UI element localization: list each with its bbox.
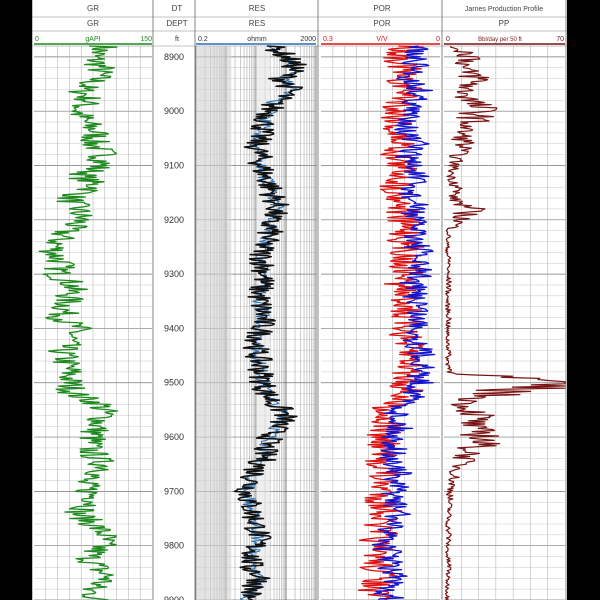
res-scale-min: 0.2: [198, 36, 208, 43]
depth-tick-label: 9500: [164, 378, 184, 388]
gr-scale-max: 150: [140, 36, 152, 43]
depth-tick-label: 9000: [164, 106, 184, 116]
depth-tick-label: 9900: [164, 595, 184, 600]
por-scale-min: 0.3: [323, 36, 333, 43]
depth-unit: ft: [175, 36, 179, 43]
res-scale-max: 2000: [300, 36, 316, 43]
pp-track-title: Jarnes Production Profile: [465, 6, 543, 13]
res-shade-band: [196, 46, 232, 600]
gr-track-title: GR: [87, 4, 99, 13]
depth-tick-label: 9300: [164, 269, 184, 279]
depth-tick-label: 9600: [164, 432, 184, 442]
depth-labels: 8900 9000 9100 9200 9300 9400 9500 9600 9700 9800…: [164, 52, 184, 600]
depth-tick-label: 9100: [164, 160, 184, 170]
depth-curve-name: DEPT: [166, 19, 187, 28]
pp-scale-min: 0: [446, 36, 450, 43]
pp-scale-max: 70: [556, 36, 564, 43]
por-track-title: POR: [373, 4, 391, 13]
res-curve-name: RES: [249, 19, 265, 28]
pp-unit: Bbl/day per 50 ft: [478, 37, 522, 43]
gr-unit: gAPI: [85, 36, 100, 43]
gr-curve-name: GR: [87, 19, 99, 28]
gr-scale-min: 0: [35, 36, 39, 43]
depth-tick-label: 9800: [164, 541, 184, 551]
por-scale-max: 0: [436, 36, 440, 43]
res-track-title: RES: [249, 4, 265, 13]
depth-tick-label: 9700: [164, 486, 184, 496]
depth-track-title: DT: [172, 4, 183, 13]
gr-curve: [38, 45, 119, 600]
depth-tick-label: 9400: [164, 323, 184, 333]
pp-curve: [444, 45, 566, 600]
well-log-chart: GR GR 0 gAPI 150 DT DEPT ft RES RES 0.2 …: [32, 0, 567, 600]
well-log-plot: GR GR 0 gAPI 150 DT DEPT ft RES RES 0.2 …: [32, 0, 567, 600]
res-unit: ohmm: [247, 36, 267, 43]
por-curve-name: POR: [373, 19, 391, 28]
depth-tick-label: 8900: [164, 52, 184, 62]
pp-curve-name: PP: [499, 19, 510, 28]
log-curves: [38, 45, 566, 600]
por-unit: V/V: [376, 36, 388, 43]
depth-tick-label: 9200: [164, 215, 184, 225]
